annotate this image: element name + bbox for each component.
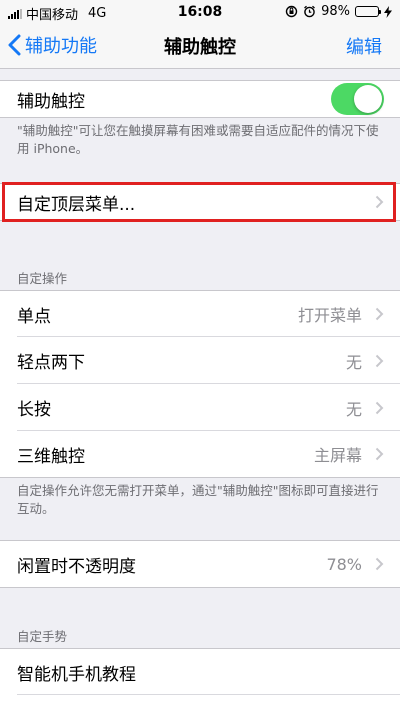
idle-opacity-label: 闲置时不透明度 <box>17 556 136 577</box>
gesture-label: 智能机手机教程 <box>17 664 136 685</box>
idle-opacity-value: 78% <box>326 554 362 574</box>
action-row-double-tap[interactable]: 轻点两下 无 <box>0 337 400 384</box>
chevron-right-icon <box>375 354 384 367</box>
chevron-right-icon <box>375 447 384 461</box>
action-row-single-tap[interactable]: 单点 打开菜单 <box>0 291 400 337</box>
action-value: 主屏幕 <box>313 446 362 465</box>
action-row-3d-touch[interactable]: 三维触控 主屏幕 <box>0 431 400 477</box>
battery-percent: 98% <box>321 4 350 19</box>
gesture-row[interactable]: 智能机手机教程 <box>0 649 400 695</box>
action-value: 打开菜单 <box>297 306 362 325</box>
chevron-right-icon <box>375 401 384 414</box>
custom-actions-description: 自定操作允许您无需打开菜单，通过"辅助触控"图标即可直接进行互动。 <box>17 483 379 516</box>
chevron-right-icon <box>375 557 384 571</box>
assistive-touch-label: 辅助触控 <box>17 91 85 112</box>
assistive-touch-row: 辅助触控 <box>0 81 400 117</box>
assistive-touch-toggle[interactable] <box>331 83 384 115</box>
action-label: 长按 <box>17 400 51 420</box>
divider <box>0 220 400 221</box>
action-label: 轻点两下 <box>17 353 85 373</box>
rotation-lock-icon <box>285 5 298 18</box>
status-bar: 中国移动 4G 16:08 98% <box>0 0 400 24</box>
custom-gestures-header: 自定手势 <box>17 629 68 644</box>
navigation-bar: 辅助功能 辅助触控 编辑 <box>0 24 400 69</box>
toggle-knob <box>354 85 382 113</box>
charging-icon <box>384 5 392 18</box>
idle-opacity-row[interactable]: 闲置时不透明度 78% <box>0 541 400 587</box>
alarm-icon <box>304 5 316 18</box>
divider <box>0 587 400 588</box>
action-value: 无 <box>345 399 362 419</box>
custom-actions-header: 自定操作 <box>17 271 68 286</box>
divider <box>0 117 400 118</box>
assistive-touch-description: "辅助触控"可让您在触摸屏幕有困难或需要自适应配件的情况下使用 iPhone。 <box>17 123 379 156</box>
gesture-row-partial[interactable] <box>0 695 400 711</box>
status-bar-right: 98% <box>285 4 392 19</box>
divider <box>0 477 400 478</box>
action-label: 单点 <box>17 306 51 327</box>
action-row-long-press[interactable]: 长按 无 <box>0 384 400 431</box>
page-title: 辅助触控 <box>164 37 236 58</box>
chevron-right-icon <box>375 195 384 209</box>
customize-top-menu-row[interactable]: 自定顶层菜单... <box>0 184 400 220</box>
action-value: 无 <box>345 352 362 372</box>
battery-icon <box>355 6 381 17</box>
customize-top-menu-label: 自定顶层菜单... <box>17 194 136 215</box>
edit-button[interactable]: 编辑 <box>346 33 382 59</box>
action-label: 三维触控 <box>17 446 85 467</box>
chevron-right-icon <box>375 307 384 321</box>
